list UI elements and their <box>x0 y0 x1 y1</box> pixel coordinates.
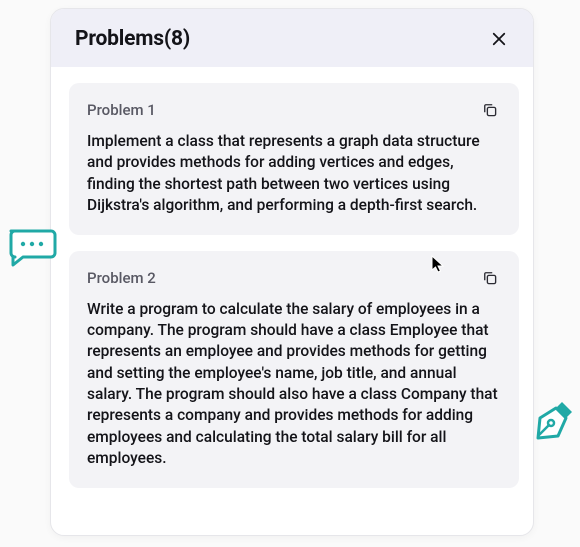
copy-button[interactable] <box>479 99 501 121</box>
problem-card-header: Problem 1 <box>87 99 501 121</box>
chat-bubble-icon <box>3 225 57 269</box>
close-button[interactable] <box>485 25 513 53</box>
problem-title: Problem 1 <box>87 101 156 119</box>
problems-panel: Problems(8) Problem 1 Implement a class … <box>50 8 534 536</box>
panel-body[interactable]: Problem 1 Implement a class that represe… <box>51 67 533 535</box>
copy-button[interactable] <box>479 267 501 289</box>
problem-card: Problem 2 Write a program to calculate t… <box>69 251 519 488</box>
problem-card: Problem 1 Implement a class that represe… <box>69 83 519 235</box>
pen-nib-icon <box>532 398 576 442</box>
panel-title: Problems(8) <box>75 27 190 51</box>
problem-body: Write a program to calculate the salary … <box>87 299 501 470</box>
problem-title: Problem 2 <box>87 269 156 287</box>
copy-icon <box>481 269 499 287</box>
close-icon <box>490 30 508 48</box>
problem-body: Implement a class that represents a grap… <box>87 131 501 217</box>
problem-card-header: Problem 2 <box>87 267 501 289</box>
panel-header: Problems(8) <box>51 9 533 67</box>
copy-icon <box>481 101 499 119</box>
